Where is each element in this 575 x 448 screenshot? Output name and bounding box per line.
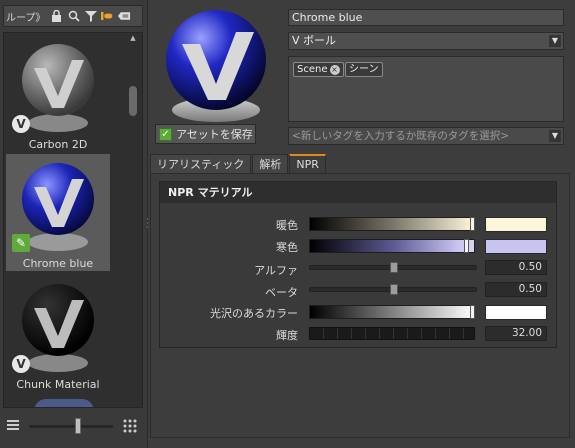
tag-chip-label: シーン [349,64,379,75]
alpha-slider-knob[interactable] [390,262,398,273]
tag-chip-scene[interactable]: Scene × [293,62,344,77]
highlight-tag-icon[interactable] [101,10,114,23]
tab-analysis[interactable]: 解析 [252,154,289,174]
tag-chip-label: Scene [297,64,328,75]
cool-color-gradient[interactable] [309,239,475,253]
material-library-panel: ループ》 V Carbon 2D ✎ Chrome blue V Chunk M… [0,0,148,448]
warm-color-swatch[interactable] [485,217,547,232]
thumbnail-size-slider[interactable] [29,425,113,428]
library-scrollbar[interactable]: ▲ [129,34,137,406]
brightness-label: 輝度 [276,329,298,342]
item-label: Chunk Material [16,378,100,391]
material-tabs: リアリスティック 解析 NPR [150,154,327,174]
material-preview [166,10,266,122]
brightness-bar[interactable] [309,327,475,340]
beta-label: ベータ [265,286,298,299]
thumbnail-size-knob[interactable] [75,418,81,434]
tag-list-icon[interactable] [118,10,131,23]
gloss-color-swatch[interactable] [485,305,547,320]
group-dropdown[interactable]: ループ》 [6,9,46,24]
alpha-slider[interactable] [309,262,477,273]
gloss-color-label: 光沢のあるカラー [210,307,298,320]
beta-value-field[interactable]: 0.50 [485,282,547,297]
splitter-grip-icon[interactable]: · · · [146,216,149,233]
tag-select-placeholder: <新しいタグを入力するか既存のタグを選択> [292,130,510,142]
gloss-color-gradient[interactable] [309,305,475,319]
category-select[interactable]: V ボール ▼ [288,32,564,50]
tag-select[interactable]: <新しいタグを入力するか既存のタグを選択> ▼ [288,127,564,145]
scroll-up-icon[interactable]: ▲ [129,34,137,42]
remove-tag-icon[interactable]: × [329,64,340,75]
npr-section-title: NPR マテリアル [160,182,556,203]
tab-npr[interactable]: NPR [289,154,326,174]
scrollbar-thumb[interactable] [129,86,137,116]
warm-color-label: 暖色 [276,219,298,232]
warm-color-gradient[interactable] [309,217,475,231]
edit-badge-icon: ✎ [12,234,30,252]
cool-gradient-handle[interactable] [464,239,469,253]
save-asset-label: アセットを保存 [176,128,253,141]
library-toolbar: ループ》 [3,5,143,27]
material-name-field[interactable]: Chrome blue [288,9,564,26]
chevron-down-icon[interactable]: ▼ [549,35,561,47]
partial-thumbnail [34,399,94,407]
warm-gradient-handle[interactable] [470,217,475,231]
brightness-value-field[interactable]: 32.00 [485,326,547,341]
category-value: V ボール [292,34,337,47]
item-label: Chrome blue [22,257,94,270]
lock-icon[interactable] [50,10,63,23]
list-item-carbon-2d[interactable]: V Carbon 2D [6,35,110,152]
npr-material-section: NPR マテリアル 暖色 寒色 アルファ 0.50 ベータ 0.50 光沢のある… [159,181,557,348]
cool-color-swatch[interactable] [485,239,547,254]
filter-icon[interactable] [84,10,97,23]
vray-badge-icon: V [12,115,30,133]
alpha-value-field[interactable]: 0.50 [485,260,547,275]
library-footer [3,414,143,438]
save-asset-button[interactable]: ✓ アセットを保存 [155,124,256,144]
search-icon[interactable] [67,10,80,23]
material-editor: ループ》 V Carbon 2D ✎ Chrome blue V Chunk M… [0,0,575,448]
gloss-gradient-handle[interactable] [470,305,475,319]
tab-realistic[interactable]: リアリスティック [150,154,252,174]
list-item-chrome-blue[interactable]: ✎ Chrome blue [6,154,110,271]
list-item-chunk-material[interactable]: V Chunk Material [6,275,110,392]
grid-view-icon[interactable] [123,419,137,436]
save-check-icon: ✓ [159,127,172,141]
material-list: V Carbon 2D ✎ Chrome blue V Chunk Materi… [3,32,143,408]
list-view-icon[interactable] [7,419,19,434]
tag-chip-scene-jp[interactable]: シーン [345,62,383,77]
alpha-label: アルファ [254,264,298,277]
tags-area[interactable]: Scene × シーン [288,56,564,122]
vray-badge-icon: V [12,355,30,373]
chevron-down-icon[interactable]: ▼ [549,130,561,142]
cool-color-label: 寒色 [276,241,298,254]
beta-slider[interactable] [309,284,477,295]
item-label: Carbon 2D [28,138,88,151]
beta-slider-knob[interactable] [390,284,398,295]
